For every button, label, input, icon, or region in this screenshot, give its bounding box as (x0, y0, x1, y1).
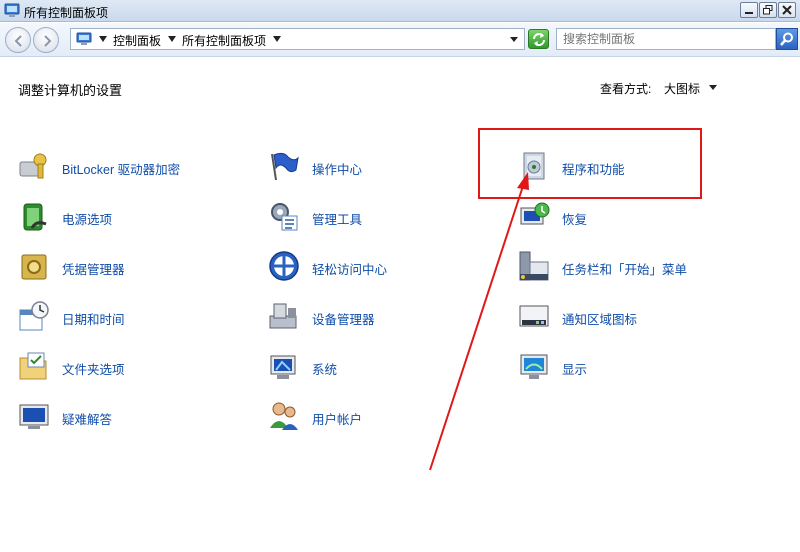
annotation-arrow (429, 172, 529, 471)
